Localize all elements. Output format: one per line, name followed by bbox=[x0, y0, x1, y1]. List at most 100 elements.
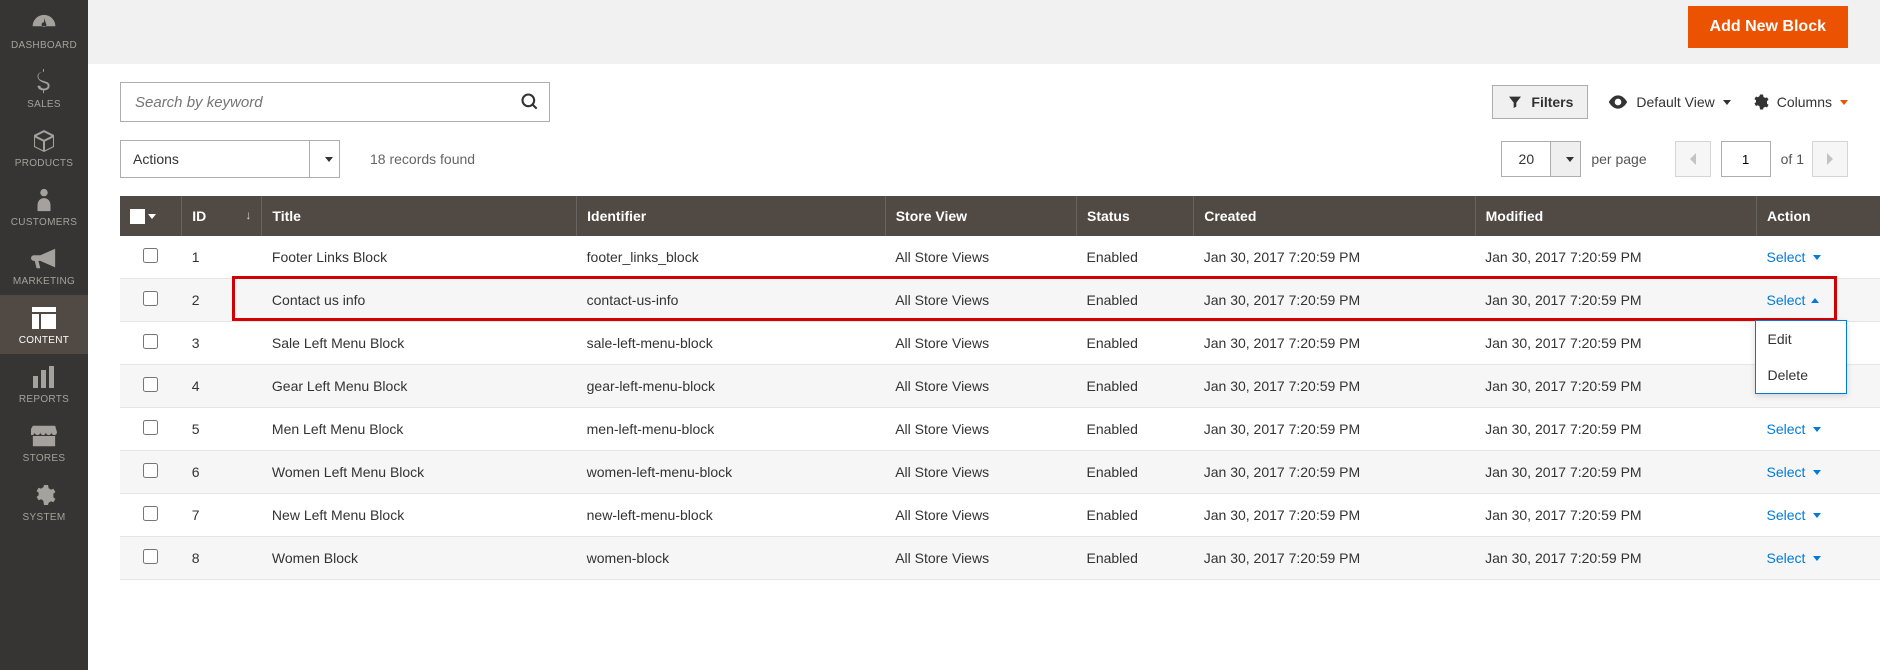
col-header[interactable]: Title bbox=[262, 196, 577, 236]
table-row[interactable]: 8Women Blockwomen-blockAll Store ViewsEn… bbox=[120, 537, 1880, 580]
cell-id: 4 bbox=[182, 365, 262, 408]
chevron-down-icon bbox=[1813, 513, 1821, 518]
chevron-right-icon bbox=[1825, 152, 1835, 166]
page-size-value: 20 bbox=[1501, 141, 1551, 177]
cell-title: Footer Links Block bbox=[262, 236, 577, 279]
col-header[interactable]: Modified bbox=[1475, 196, 1756, 236]
mass-actions-select[interactable]: Actions bbox=[120, 140, 340, 178]
sidebar-item-customers[interactable]: CUSTOMERS bbox=[0, 177, 88, 236]
sidebar-item-marketing[interactable]: MARKETING bbox=[0, 236, 88, 295]
cell-modified: Jan 30, 2017 7:20:59 PM bbox=[1475, 322, 1756, 365]
table-row[interactable]: 3Sale Left Menu Blocksale-left-menu-bloc… bbox=[120, 322, 1880, 365]
row-checkbox[interactable] bbox=[143, 506, 158, 521]
cell-modified: Jan 30, 2017 7:20:59 PM bbox=[1475, 537, 1756, 580]
columns-control[interactable]: Columns bbox=[1751, 93, 1848, 111]
cell-title: Sale Left Menu Block bbox=[262, 322, 577, 365]
row-checkbox[interactable] bbox=[143, 248, 158, 263]
cell-store-view: All Store Views bbox=[885, 279, 1076, 322]
cell-store-view: All Store Views bbox=[885, 365, 1076, 408]
row-action-select[interactable]: Select bbox=[1767, 249, 1822, 265]
cell-created: Jan 30, 2017 7:20:59 PM bbox=[1194, 279, 1475, 322]
chevron-down-icon bbox=[1813, 470, 1821, 475]
chevron-down-icon bbox=[1813, 255, 1821, 260]
dollar-icon bbox=[36, 69, 52, 95]
sidebar-item-system[interactable]: SYSTEM bbox=[0, 472, 88, 531]
chevron-down-icon bbox=[1566, 157, 1574, 162]
col-header[interactable]: Created bbox=[1194, 196, 1475, 236]
page-size-select[interactable]: 20 bbox=[1501, 141, 1581, 177]
current-page-input[interactable] bbox=[1721, 141, 1771, 177]
next-page-button[interactable] bbox=[1812, 141, 1848, 177]
cell-modified: Jan 30, 2017 7:20:59 PM bbox=[1475, 236, 1756, 279]
sidebar-item-stores[interactable]: STORES bbox=[0, 413, 88, 472]
chevron-down-icon bbox=[1840, 100, 1848, 105]
cell-title: Gear Left Menu Block bbox=[262, 365, 577, 408]
cell-modified: Jan 30, 2017 7:20:59 PM bbox=[1475, 365, 1756, 408]
row-checkbox[interactable] bbox=[143, 549, 158, 564]
toolbar: Filters Default View Columns bbox=[88, 64, 1880, 132]
cell-store-view: All Store Views bbox=[885, 408, 1076, 451]
sidebar-item-content[interactable]: CONTENT bbox=[0, 295, 88, 354]
row-checkbox[interactable] bbox=[143, 420, 158, 435]
row-checkbox[interactable] bbox=[143, 463, 158, 478]
search-wrapper bbox=[120, 82, 550, 122]
chevron-down-icon bbox=[1813, 556, 1821, 561]
col-header[interactable]: Status bbox=[1076, 196, 1193, 236]
col-header[interactable]: Store View bbox=[885, 196, 1076, 236]
row-checkbox[interactable] bbox=[143, 334, 158, 349]
table-row[interactable]: 2Contact us infocontact-us-infoAll Store… bbox=[120, 279, 1880, 322]
cell-status: Enabled bbox=[1076, 322, 1193, 365]
row-action-select[interactable]: Select bbox=[1767, 507, 1822, 523]
prev-page-button[interactable] bbox=[1675, 141, 1711, 177]
sidebar-item-products[interactable]: PRODUCTS bbox=[0, 118, 88, 177]
row-action-select[interactable]: Select bbox=[1767, 292, 1820, 308]
col-header[interactable]: ID↓ bbox=[182, 196, 262, 236]
cell-id: 1 bbox=[182, 236, 262, 279]
search-button[interactable] bbox=[510, 82, 550, 122]
chevron-left-icon bbox=[1688, 152, 1698, 166]
bars-icon bbox=[33, 364, 55, 390]
sort-arrow-icon: ↓ bbox=[245, 208, 251, 222]
cell-id: 7 bbox=[182, 494, 262, 537]
cell-title: New Left Menu Block bbox=[262, 494, 577, 537]
cell-modified: Jan 30, 2017 7:20:59 PM bbox=[1475, 494, 1756, 537]
default-view-control[interactable]: Default View bbox=[1608, 94, 1730, 110]
eye-icon bbox=[1608, 95, 1628, 109]
sidebar-item-label: REPORTS bbox=[19, 394, 69, 405]
table-row[interactable]: 7New Left Menu Blocknew-left-menu-blockA… bbox=[120, 494, 1880, 537]
gear-icon bbox=[1751, 93, 1769, 111]
cell-status: Enabled bbox=[1076, 408, 1193, 451]
select-all-checkbox[interactable] bbox=[130, 209, 171, 224]
cell-identifier: men-left-menu-block bbox=[577, 408, 886, 451]
cell-status: Enabled bbox=[1076, 494, 1193, 537]
col-header[interactable]: Action bbox=[1757, 196, 1880, 236]
row-checkbox[interactable] bbox=[143, 291, 158, 306]
row-action-dropdown[interactable]: EditDelete bbox=[1755, 320, 1847, 394]
row-action-select[interactable]: Select bbox=[1767, 421, 1822, 437]
dropdown-item-delete[interactable]: Delete bbox=[1756, 357, 1846, 393]
filters-button[interactable]: Filters bbox=[1492, 85, 1588, 119]
row-action-select[interactable]: Select bbox=[1767, 550, 1822, 566]
col-header[interactable]: Identifier bbox=[577, 196, 886, 236]
table-row[interactable]: 6Women Left Menu Blockwomen-left-menu-bl… bbox=[120, 451, 1880, 494]
table-row[interactable]: 4Gear Left Menu Blockgear-left-menu-bloc… bbox=[120, 365, 1880, 408]
blocks-grid: ID↓TitleIdentifierStore ViewStatusCreate… bbox=[120, 196, 1880, 580]
sidebar-item-reports[interactable]: REPORTS bbox=[0, 354, 88, 413]
row-action-select[interactable]: Select bbox=[1767, 464, 1822, 480]
table-row[interactable]: 5Men Left Menu Blockmen-left-menu-blockA… bbox=[120, 408, 1880, 451]
sidebar-item-label: SALES bbox=[27, 99, 61, 110]
col-header[interactable] bbox=[120, 196, 182, 236]
dropdown-item-edit[interactable]: Edit bbox=[1756, 321, 1846, 357]
add-new-block-button[interactable]: Add New Block bbox=[1688, 6, 1848, 48]
megaphone-icon bbox=[31, 246, 57, 272]
cell-modified: Jan 30, 2017 7:20:59 PM bbox=[1475, 408, 1756, 451]
search-input[interactable] bbox=[120, 82, 550, 122]
row-checkbox[interactable] bbox=[143, 377, 158, 392]
cell-id: 2 bbox=[182, 279, 262, 322]
sidebar-item-dashboard[interactable]: DASHBOARD bbox=[0, 0, 88, 59]
table-row[interactable]: 1Footer Links Blockfooter_links_blockAll… bbox=[120, 236, 1880, 279]
cell-title: Women Left Menu Block bbox=[262, 451, 577, 494]
cell-status: Enabled bbox=[1076, 451, 1193, 494]
sidebar-item-sales[interactable]: SALES bbox=[0, 59, 88, 118]
cell-title: Women Block bbox=[262, 537, 577, 580]
